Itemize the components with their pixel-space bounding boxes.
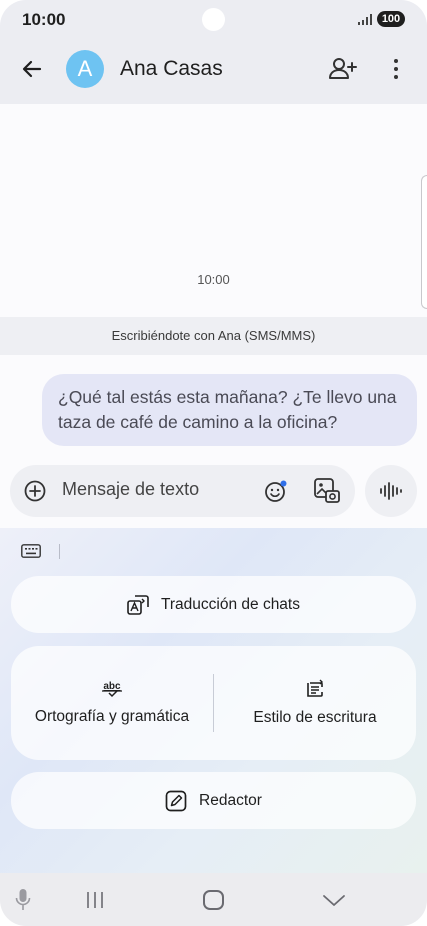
writing-style-icon bbox=[307, 679, 323, 697]
translate-chats-button[interactable]: Traducción de chats bbox=[11, 576, 416, 633]
back-arrow-icon bbox=[22, 60, 42, 78]
add-contact-button[interactable] bbox=[327, 55, 359, 83]
contact-name[interactable]: Ana Casas bbox=[120, 57, 223, 81]
composer-assistant-button[interactable]: Redactor bbox=[11, 772, 416, 829]
voice-icon bbox=[380, 482, 402, 500]
navigation-bar bbox=[0, 873, 427, 926]
signal-icon bbox=[358, 14, 372, 25]
header-bar: 10:00 100 A Ana Casas bbox=[0, 0, 427, 104]
status-time: 10:00 bbox=[22, 10, 66, 29]
battery-indicator: 100 bbox=[377, 11, 405, 27]
back-button[interactable] bbox=[18, 55, 46, 83]
svg-text:abc: abc bbox=[103, 681, 121, 692]
conversation-banner: Escribiéndote con Ana (SMS/MMS) bbox=[0, 317, 427, 355]
emoji-icon[interactable] bbox=[264, 479, 288, 503]
keyboard-icon[interactable] bbox=[21, 544, 41, 558]
composer-bar: Mensaje de texto bbox=[10, 465, 355, 517]
writing-style-button[interactable]: Estilo de escritura bbox=[214, 646, 416, 760]
recents-button[interactable] bbox=[83, 891, 107, 909]
scroll-handle[interactable] bbox=[421, 175, 427, 309]
more-options-icon bbox=[394, 59, 398, 63]
message-timestamp: 10:00 bbox=[197, 272, 230, 287]
writing-tools-card: abc Ortografía y gramática Estilo de esc… bbox=[11, 646, 416, 760]
toolbar-divider bbox=[59, 544, 60, 559]
writing-style-label: Estilo de escritura bbox=[253, 709, 377, 726]
translate-icon bbox=[127, 594, 149, 615]
message-bubble[interactable]: ¿Qué tal estás esta mañana? ¿Te llevo un… bbox=[42, 374, 417, 446]
gallery-icon[interactable] bbox=[313, 477, 341, 505]
composer-assistant-label: Redactor bbox=[199, 791, 262, 809]
home-button[interactable] bbox=[203, 890, 224, 910]
edit-icon bbox=[165, 790, 187, 811]
camera-cutout bbox=[202, 8, 225, 31]
ai-tools-panel: Traducción de chats abc Ortografía y gra… bbox=[0, 528, 427, 873]
nav-back-button[interactable] bbox=[320, 891, 348, 909]
voice-message-button[interactable] bbox=[365, 465, 417, 517]
message-input[interactable]: Mensaje de texto bbox=[62, 479, 199, 500]
translate-label: Traducción de chats bbox=[160, 595, 300, 613]
spelling-label: Ortografía y gramática bbox=[34, 708, 190, 725]
spellcheck-icon: abc bbox=[102, 681, 122, 698]
avatar[interactable]: A bbox=[66, 50, 104, 88]
spelling-grammar-button[interactable]: abc Ortografía y gramática bbox=[11, 646, 213, 760]
plus-circle-icon[interactable] bbox=[24, 480, 46, 502]
messaging-screen: 10:00 100 A Ana Casas 10:00 Escribiéndot… bbox=[0, 0, 427, 926]
more-options-button[interactable] bbox=[384, 55, 408, 83]
mic-icon[interactable] bbox=[13, 888, 33, 912]
add-contact-icon bbox=[329, 58, 357, 79]
